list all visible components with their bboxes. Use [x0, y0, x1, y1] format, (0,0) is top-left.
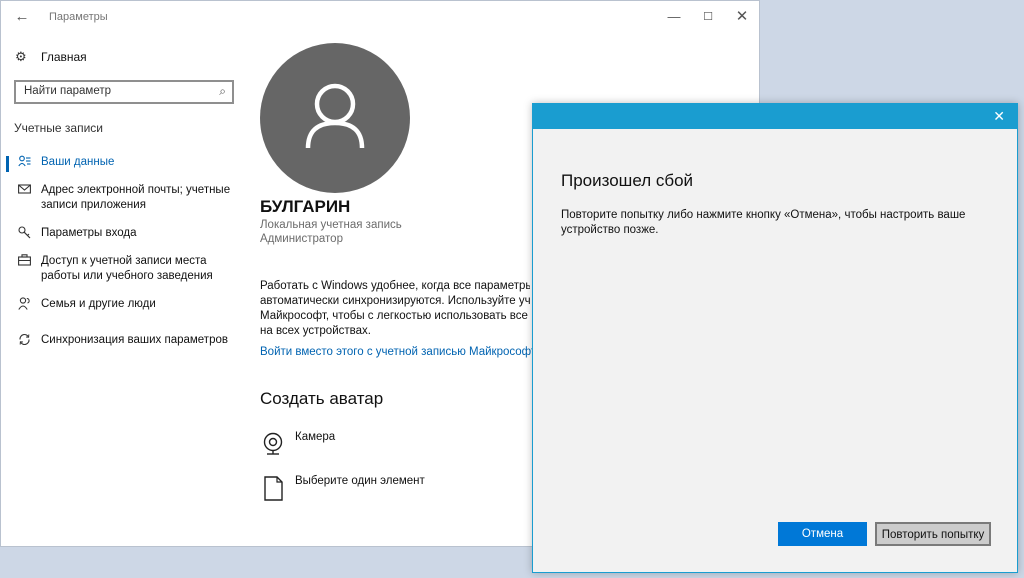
sidebar-item-sync[interactable]: Синхронизация ваших параметров: [1, 333, 251, 350]
home-link[interactable]: ⚙ Главная: [15, 47, 87, 67]
search-input[interactable]: Найти параметр: [24, 85, 111, 97]
user-name: БУЛГАРИН: [260, 197, 351, 216]
camera-label: Камера: [295, 431, 336, 443]
person-list-icon: [16, 155, 32, 171]
error-dialog: ✕ Произошел сбой Повторите попытку либо …: [532, 103, 1018, 573]
search-box[interactable]: Найти параметр ⌕: [14, 80, 234, 104]
gear-icon: ⚙: [15, 49, 27, 64]
sidebar-item-email[interactable]: Адрес электронной почты; учетные записи …: [1, 183, 251, 213]
search-icon[interactable]: ⌕: [219, 84, 226, 99]
document-icon: [261, 475, 287, 501]
sidebar-item-sign-in[interactable]: Параметры входа: [1, 226, 251, 243]
sidebar-item-label: Параметры входа: [41, 227, 137, 239]
webcam-icon: [261, 431, 287, 457]
description-line: Работать с Windows удобнее, когда все па…: [260, 280, 530, 292]
description-line: автоматически синхронизируются. Использу…: [260, 295, 530, 307]
minimize-button[interactable]: —: [657, 1, 691, 33]
mail-icon: [16, 183, 32, 198]
section-label: Учетные записи: [14, 121, 103, 135]
briefcase-icon: [16, 254, 32, 270]
active-indicator: [6, 156, 9, 172]
cancel-button[interactable]: Отмена: [778, 522, 867, 546]
description-line: на всех устройствах.: [260, 325, 371, 337]
account-type: Локальная учетная запись: [260, 219, 402, 231]
pick-item-option[interactable]: Выберите один элемент: [261, 475, 425, 501]
sync-icon: [16, 333, 32, 350]
title-bar: ← Параметры — ☐ ✕: [1, 1, 759, 33]
dialog-message: Повторите попытку либо нажмите кнопку «О…: [561, 209, 966, 236]
maximize-button[interactable]: ☐: [691, 1, 725, 33]
camera-option[interactable]: Камера: [261, 431, 335, 457]
back-arrow-icon[interactable]: ←: [11, 7, 33, 27]
dialog-heading: Произошел сбой: [561, 171, 694, 190]
sidebar-item-work-access[interactable]: Доступ к учетной записи места работы или…: [1, 254, 251, 284]
dialog-title-bar: ✕: [533, 104, 1017, 129]
person-icon: [305, 83, 365, 149]
description-line: Майкрософт, чтобы с легкостью использова…: [260, 310, 530, 322]
create-avatar-heading: Создать аватар: [260, 389, 384, 408]
retry-button[interactable]: Повторить попытку: [875, 522, 991, 546]
sync-description: Работать с Windows удобнее, когда все па…: [260, 279, 530, 339]
sidebar-item-your-info[interactable]: Ваши данные: [1, 155, 251, 172]
sidebar-item-label: Синхронизация ваших параметров: [41, 334, 228, 346]
sidebar-item-label: Доступ к учетной записи места работы или…: [41, 255, 213, 282]
key-icon: [16, 226, 32, 243]
people-icon: [16, 297, 32, 314]
sidebar-item-family[interactable]: Семья и другие люди: [1, 297, 251, 314]
user-avatar: [260, 43, 410, 193]
close-icon[interactable]: ✕: [993, 107, 1005, 125]
account-role: Администратор: [260, 233, 343, 245]
sidebar-item-label: Семья и другие люди: [41, 298, 156, 310]
window-title: Параметры: [49, 11, 108, 23]
sidebar-item-label: Ваши данные: [41, 156, 115, 168]
sidebar-item-label: Адрес электронной почты; учетные записи …: [41, 184, 231, 211]
home-label: Главная: [41, 50, 87, 64]
microsoft-account-link[interactable]: Войти вместо этого с учетной записью Май…: [260, 346, 536, 358]
pick-item-label: Выберите один элемент: [295, 475, 425, 487]
close-window-button[interactable]: ✕: [725, 1, 759, 33]
